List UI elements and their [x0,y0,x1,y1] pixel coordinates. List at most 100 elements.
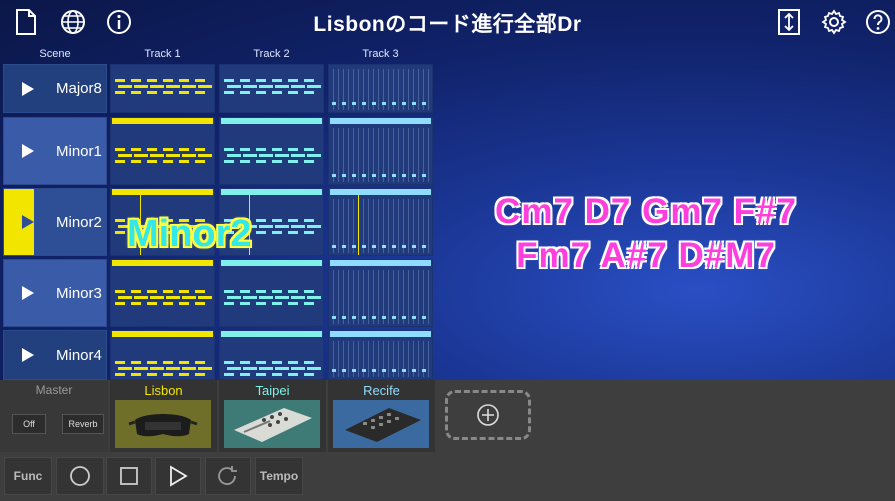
drum-hit-mark [338,69,339,110]
clip-cell[interactable] [328,117,433,185]
drum-hit-mark [398,199,399,253]
drum-hit-mark [392,316,396,319]
note-mark [243,296,257,299]
drum-hit-mark [342,369,346,372]
note-mark [118,154,132,157]
note-mark [288,231,298,234]
add-instrument-button[interactable] [445,390,531,440]
clip-cell[interactable] [110,117,215,185]
note-mark [179,302,189,305]
drum-hit-mark [352,102,356,105]
clip-cell[interactable] [328,259,433,327]
clip-header-bar [221,260,322,266]
note-mark [304,91,314,94]
note-mark [224,361,234,364]
note-mark [272,231,282,234]
gear-icon[interactable] [820,8,848,36]
drum-hit-mark [398,69,399,110]
stop-icon [120,467,138,485]
play-button[interactable] [155,457,201,495]
clip-header-bar [112,189,213,195]
drum-hit-mark [332,369,336,372]
note-mark [134,296,148,299]
clip-cell[interactable] [110,64,215,113]
clip-cell[interactable] [328,64,433,113]
resize-icon[interactable] [775,8,803,36]
scene-label: Minor4 [56,346,102,364]
scene-major8[interactable]: Major8 [3,64,107,113]
scene-minor2[interactable]: Minor2 [3,188,107,256]
playhead [358,195,359,255]
note-mark [272,290,282,293]
loop-button[interactable] [205,457,251,495]
clip-cell[interactable] [219,64,324,113]
note-mark [147,290,157,293]
instrument-taipei[interactable]: Taipei [219,380,326,452]
instrument-lisbon[interactable]: Lisbon [110,380,217,452]
clip-cell[interactable] [110,330,215,380]
note-mark [182,154,196,157]
reverb-button[interactable]: Reverb [62,414,104,434]
scene-minor4[interactable]: Minor4 [3,330,107,380]
note-mark [240,79,250,82]
note-mark [195,373,205,376]
note-mark [256,160,266,163]
note-mark [166,367,180,370]
note-mark [115,79,125,82]
drum-hit-mark [428,270,429,324]
drum-hit-mark [418,341,419,377]
note-mark [115,290,125,293]
scene-minor3[interactable]: Minor3 [3,259,107,327]
clip-cell[interactable] [219,330,324,380]
note-mark [307,296,321,299]
clip-cell[interactable] [110,259,215,327]
clip-cell[interactable] [328,330,433,380]
note-mark [291,154,305,157]
scene-minor1[interactable]: Minor1 [3,117,107,185]
synth-module-icon [224,400,320,448]
drum-hit-mark [412,102,416,105]
note-mark [147,302,157,305]
note-mark [163,148,173,151]
note-mark [131,79,141,82]
play-icon [22,286,34,300]
track-1-header: Track 1 [144,48,181,60]
note-mark [179,148,189,151]
drum-hit-mark [348,69,349,110]
drum-hit-mark [372,102,376,105]
func-button[interactable]: Func [4,457,52,495]
note-mark [227,296,241,299]
note-mark [304,302,314,305]
off-button[interactable]: Off [12,414,46,434]
page-title: Lisbonのコード進行全部Dr [313,13,582,36]
note-mark [163,361,173,364]
note-mark [150,296,164,299]
clip-cell[interactable] [328,188,433,256]
note-mark [272,91,282,94]
stop-button[interactable] [106,457,152,495]
clip-cell[interactable] [219,117,324,185]
help-icon[interactable] [864,8,892,36]
drum-hit-mark [358,270,359,324]
note-mark [288,160,298,163]
tempo-button[interactable]: Tempo [255,457,303,495]
drum-hit-mark [388,341,389,377]
note-mark [275,367,289,370]
drum-hit-mark [368,270,369,324]
clip-header-bar [221,331,322,337]
instrument-recife[interactable]: Recife [328,380,435,452]
drum-hit-mark [402,102,406,105]
drum-hit-mark [402,316,406,319]
note-mark [195,302,205,305]
record-button[interactable] [56,457,104,495]
note-mark [256,79,266,82]
drum-hit-mark [412,316,416,319]
note-mark [115,302,125,305]
drum-hit-mark [402,174,406,177]
clip-cell[interactable] [219,259,324,327]
drum-hit-mark [388,128,389,182]
note-mark [147,79,157,82]
note-mark [163,160,173,163]
drum-hit-mark [352,316,356,319]
note-mark [195,148,205,151]
